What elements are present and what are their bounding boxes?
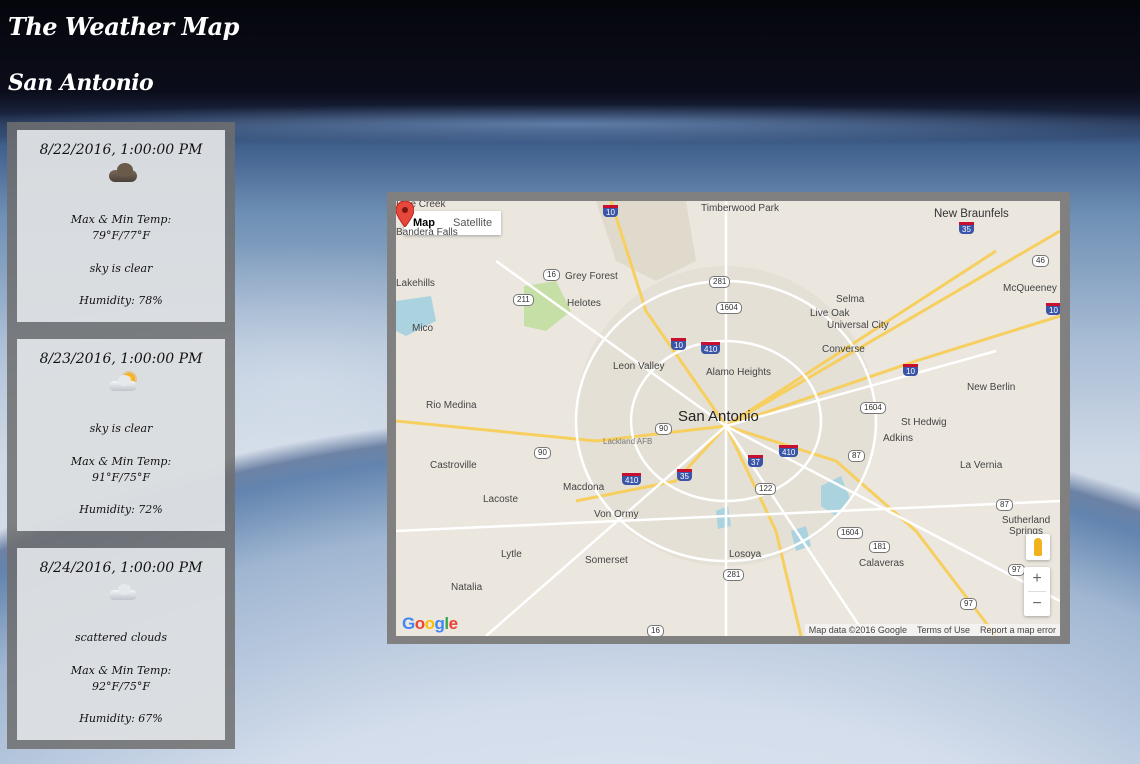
place-label: Converse — [822, 344, 865, 355]
highway-shield: 122 — [755, 483, 777, 495]
map-data-credit: Map data ©2016 Google — [808, 625, 907, 635]
highway-shield: 181 — [869, 541, 891, 553]
highway-shield: 46 — [1032, 255, 1049, 267]
highway-shield: 1604 — [837, 527, 863, 539]
forecast-card: 8/23/2016, 1:00:00 PM sky is clear Max &… — [17, 339, 225, 531]
humidity: Humidity: 72% — [79, 503, 163, 516]
place-label: Bandera Falls — [396, 227, 458, 238]
place-label: Lackland AFB — [603, 437, 653, 446]
highway-shield: 281 — [723, 569, 745, 581]
highway-shield: 90 — [655, 423, 672, 435]
highway-shield: 35 — [677, 469, 692, 481]
terms-of-use-link[interactable]: Terms of Use — [917, 625, 970, 635]
zoom-control: + − — [1024, 567, 1050, 616]
city-name: San Antonio — [8, 70, 154, 96]
place-label: Mico — [412, 323, 434, 334]
highway-shield: 1604 — [716, 302, 742, 314]
highway-shield: 10 — [903, 364, 918, 376]
google-logo[interactable]: Google — [402, 614, 458, 634]
temp-value: 79°F/77°F — [92, 229, 150, 242]
weather-description: sky is clear — [89, 422, 153, 435]
place-label: Adkins — [883, 433, 914, 444]
temp-label: Max & Min Temp: — [70, 664, 172, 677]
place-label: La Vernia — [960, 460, 1003, 471]
highway-shield: 1604 — [860, 402, 886, 414]
place-label: Grey Forest — [565, 271, 618, 282]
highway-shield: 97 — [960, 598, 977, 610]
humidity: Humidity: 67% — [79, 712, 163, 725]
temp-value: 91°F/75°F — [92, 471, 150, 484]
forecast-date: 8/24/2016, 1:00:00 PM — [39, 560, 203, 576]
forecast-date: 8/23/2016, 1:00:00 PM — [39, 351, 203, 367]
place-label: St Hedwig — [901, 417, 947, 428]
highway-shield: 87 — [848, 450, 865, 462]
place-label: McQueeney — [1003, 283, 1057, 294]
highway-shield: 35 — [959, 222, 974, 234]
zoom-out-button[interactable]: − — [1024, 592, 1050, 616]
place-label: Leon Valley — [613, 361, 665, 372]
highway-shield: 37 — [748, 455, 763, 467]
forecast-card: 8/22/2016, 1:00:00 PM Max & Min Temp: 79… — [17, 130, 225, 322]
place-label: Lytle — [501, 549, 522, 560]
site-title: The Weather Map — [8, 12, 239, 41]
location-pin-icon[interactable] — [396, 201, 414, 227]
temp-label: Max & Min Temp: — [70, 213, 172, 226]
place-label: Rio Medina — [426, 400, 477, 411]
map-attribution: Map data ©2016 Google Terms of Use Repor… — [804, 624, 1060, 636]
dark-cloud-icon — [101, 163, 141, 186]
highway-shield: 410 — [779, 445, 799, 457]
place-label: New Braunfels — [934, 208, 1009, 220]
report-map-error-link[interactable]: Report a map error — [980, 625, 1056, 635]
forecast-date: 8/22/2016, 1:00:00 PM — [39, 142, 203, 158]
city-map-label: San Antonio — [678, 408, 759, 425]
highway-shield: 410 — [622, 473, 642, 485]
map[interactable]: Map Satellite Pipe Creek Bandera Falls T… — [396, 201, 1060, 636]
place-label: Helotes — [567, 298, 601, 309]
map-frame: Map Satellite Pipe Creek Bandera Falls T… — [387, 192, 1070, 644]
highway-shield: 87 — [996, 499, 1013, 511]
place-label: Timberwood Park — [701, 203, 779, 214]
place-label: Lacoste — [483, 494, 519, 505]
place-label: Von Ormy — [594, 509, 639, 520]
light-cloud-icon — [101, 582, 141, 604]
weather-description: sky is clear — [89, 262, 153, 275]
place-label: Alamo Heights — [706, 367, 772, 378]
place-label: Universal City — [827, 320, 889, 331]
place-label: Macdona — [563, 482, 605, 493]
humidity: Humidity: 78% — [79, 294, 163, 307]
place-label: Losoya — [729, 549, 762, 560]
highway-shield: 16 — [543, 269, 560, 281]
temp-value: 92°F/75°F — [92, 680, 150, 693]
highway-shield: 90 — [534, 447, 551, 459]
highway-shield: 281 — [709, 276, 731, 288]
place-label: Castroville — [430, 460, 477, 471]
place-label: Calaveras — [859, 558, 905, 569]
forecast-card: 8/24/2016, 1:00:00 PM scattered clouds M… — [17, 548, 225, 740]
place-label: Lakehills — [396, 278, 435, 289]
highway-shield: 211 — [513, 294, 534, 306]
highway-shield: 10 — [603, 205, 618, 217]
zoom-in-button[interactable]: + — [1024, 567, 1050, 591]
place-label: Natalia — [451, 582, 483, 593]
weather-description: scattered clouds — [74, 631, 168, 644]
sun-cloud-icon — [101, 373, 141, 395]
forecast-panel: 8/22/2016, 1:00:00 PM Max & Min Temp: 79… — [7, 122, 235, 749]
highway-shield: 16 — [647, 625, 664, 636]
highway-shield: 410 — [701, 342, 721, 354]
place-label: Live Oak — [810, 308, 850, 319]
highway-shield: 10 — [671, 338, 686, 350]
place-label: New Berlin — [967, 382, 1016, 393]
temp-label: Max & Min Temp: — [70, 455, 172, 468]
highway-shield: 97 — [1008, 564, 1025, 576]
place-label: Somerset — [585, 555, 628, 566]
place-label: Selma — [836, 294, 865, 305]
highway-shield: 10 — [1046, 303, 1060, 315]
street-view-pegman-icon[interactable] — [1026, 534, 1050, 560]
